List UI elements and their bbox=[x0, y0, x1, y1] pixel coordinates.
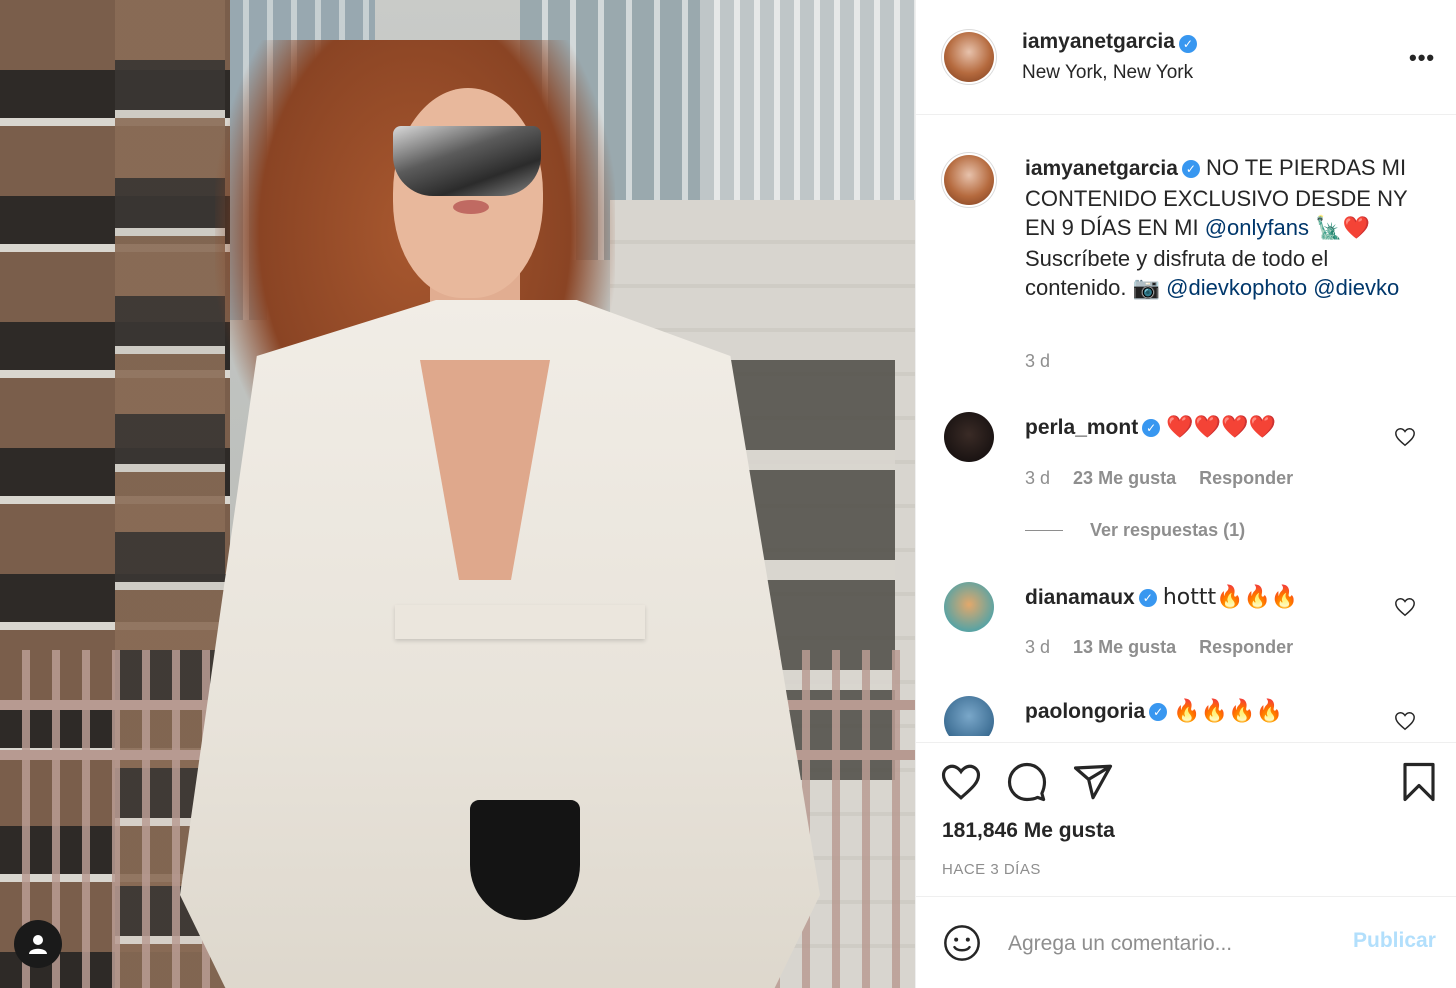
verified-icon: ✓ bbox=[1178, 34, 1197, 53]
post-actions: 181,846 Me gusta HACE 3 DÍAS bbox=[916, 742, 1456, 896]
verified-icon: ✓ bbox=[1149, 703, 1168, 722]
caption-text: iamyanetgarcia ✓ NO TE PIERDAS MI CONTENI… bbox=[1025, 153, 1430, 304]
comment-text: hottt🔥🔥🔥 bbox=[1162, 585, 1299, 610]
post-timestamp[interactable]: HACE 3 DÍAS bbox=[942, 861, 1041, 878]
header-username[interactable]: iamyanetgarcia bbox=[1022, 30, 1175, 53]
header-username-row: iamyanetgarcia ✓ bbox=[1022, 30, 1197, 54]
avatar[interactable] bbox=[944, 582, 994, 632]
share-icon[interactable] bbox=[1072, 761, 1114, 803]
bookmark-icon[interactable] bbox=[1398, 761, 1440, 803]
comment-likes[interactable]: 13 Me gusta bbox=[1073, 637, 1176, 657]
more-icon[interactable]: ••• bbox=[1409, 45, 1435, 71]
comment-input[interactable] bbox=[1008, 927, 1338, 961]
comment-body: dianamaux ✓ hottt🔥🔥🔥 bbox=[1025, 584, 1298, 610]
post-side-panel: iamyanetgarcia ✓ New York, New York ••• i… bbox=[915, 0, 1456, 988]
coat-belt bbox=[395, 605, 645, 639]
verified-icon: ✓ bbox=[1181, 160, 1200, 179]
avatar[interactable] bbox=[944, 32, 994, 82]
avatar[interactable] bbox=[944, 696, 994, 736]
header-location[interactable]: New York, New York bbox=[1022, 62, 1193, 84]
profile-icon bbox=[29, 935, 47, 954]
comment-time[interactable]: 3 d bbox=[1025, 468, 1050, 488]
heart-icon[interactable] bbox=[1394, 710, 1416, 732]
mention-link[interactable]: @dievko bbox=[1313, 275, 1399, 300]
comment-text: 🔥🔥🔥🔥 bbox=[1173, 699, 1283, 724]
replies-divider bbox=[1025, 530, 1063, 531]
likes-count[interactable]: 181,846 Me gusta bbox=[942, 819, 1115, 843]
comment-text: ❤️❤️❤️❤️ bbox=[1166, 415, 1276, 440]
caption-timestamp[interactable]: 3 d bbox=[1025, 351, 1050, 372]
camera-emoji: 📷 bbox=[1132, 276, 1161, 301]
comment-likes[interactable]: 23 Me gusta bbox=[1073, 468, 1176, 488]
comment-icon[interactable] bbox=[1006, 761, 1048, 803]
view-replies-label: Ver respuestas (1) bbox=[1090, 520, 1246, 540]
mention-link[interactable]: @onlyfans bbox=[1205, 215, 1309, 240]
verified-icon: ✓ bbox=[1138, 589, 1157, 608]
comment-meta: 3 d 13 Me gusta Responder bbox=[1025, 637, 1311, 658]
reply-button[interactable]: Responder bbox=[1199, 637, 1293, 657]
heart-icon[interactable] bbox=[1394, 426, 1416, 448]
figure-lips bbox=[453, 200, 489, 214]
comment-username[interactable]: paolongoria bbox=[1025, 700, 1145, 723]
avatar[interactable] bbox=[944, 412, 994, 462]
caption-username[interactable]: iamyanetgarcia bbox=[1025, 157, 1178, 180]
caption-emoji: 🗽❤️ bbox=[1315, 216, 1370, 241]
publish-button[interactable]: Publicar bbox=[1353, 929, 1436, 953]
emoji-icon[interactable] bbox=[942, 923, 982, 963]
comment-composer: Publicar bbox=[916, 896, 1456, 988]
tagged-profile-button[interactable] bbox=[14, 920, 62, 968]
reply-button[interactable]: Responder bbox=[1199, 468, 1293, 488]
heart-icon[interactable] bbox=[940, 761, 982, 803]
comment-item: paolongoria ✓ 🔥🔥🔥🔥 bbox=[916, 696, 1456, 736]
comment-time[interactable]: 3 d bbox=[1025, 637, 1050, 657]
comment-meta: 3 d 23 Me gusta Responder bbox=[1025, 468, 1311, 489]
comment-body: paolongoria ✓ 🔥🔥🔥🔥 bbox=[1025, 698, 1283, 724]
comment-username[interactable]: dianamaux bbox=[1025, 586, 1135, 609]
figure-swimsuit bbox=[470, 800, 580, 920]
comment-username[interactable]: perla_mont bbox=[1025, 416, 1138, 439]
avatar[interactable] bbox=[944, 155, 994, 205]
figure-sunglasses bbox=[393, 126, 541, 196]
comment-body: perla_mont ✓ ❤️❤️❤️❤️ bbox=[1025, 414, 1276, 440]
verified-icon: ✓ bbox=[1142, 419, 1161, 438]
post-header: iamyanetgarcia ✓ New York, New York ••• bbox=[916, 0, 1456, 115]
mention-link[interactable]: @dievkophoto bbox=[1166, 275, 1307, 300]
post-photo[interactable] bbox=[0, 0, 915, 988]
view-replies-link[interactable]: Ver respuestas (1) bbox=[1025, 520, 1245, 541]
heart-icon[interactable] bbox=[1394, 596, 1416, 618]
